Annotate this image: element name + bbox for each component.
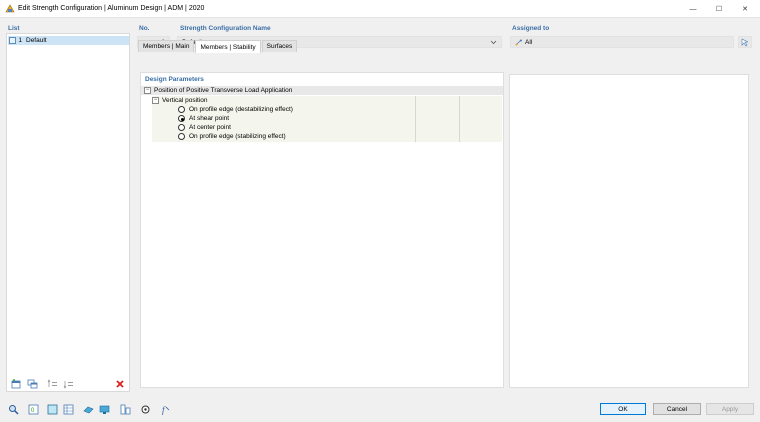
script-icon[interactable]: f: [159, 403, 171, 415]
title-bar: Edit Strength Configuration | Aluminum D…: [0, 0, 760, 18]
tab-label: Members | Main: [143, 43, 190, 50]
name-label: Strength Configuration Name: [180, 25, 271, 32]
info-panel: [509, 74, 749, 388]
ok-button[interactable]: OK: [600, 403, 646, 415]
radio-option[interactable]: On profile edge (destabilizing effect): [178, 105, 293, 114]
group-label: Position of Positive Transverse Load App…: [154, 87, 293, 94]
column-divider: [415, 96, 416, 142]
list-label: List: [8, 25, 20, 32]
copy-item-icon[interactable]: [26, 378, 38, 389]
radio-button[interactable]: [178, 124, 185, 131]
tab-label: Surfaces: [266, 43, 293, 50]
config-icon: [9, 37, 16, 44]
tab-label: Members | Stability: [200, 43, 256, 51]
select-objects-button[interactable]: [738, 36, 752, 48]
no-label: No.: [139, 25, 150, 32]
apply-button[interactable]: Apply: [706, 403, 754, 415]
select-cursor-icon: [741, 38, 748, 46]
move-down-icon[interactable]: [62, 378, 74, 389]
subgroup-label: Vertical position: [162, 97, 208, 104]
radio-button-selected[interactable]: [178, 115, 185, 122]
app-icon: [5, 4, 15, 13]
display-icon[interactable]: [98, 403, 110, 415]
radio-option[interactable]: At center point: [178, 123, 231, 132]
move-up-icon[interactable]: [46, 378, 58, 389]
radio-button[interactable]: [178, 133, 185, 140]
svg-text:f: f: [162, 405, 166, 415]
list-item-name: Default: [26, 37, 47, 44]
collapse-icon[interactable]: −: [144, 87, 151, 94]
list-panel: 1 Default: [6, 33, 130, 392]
chevron-down-icon: [490, 40, 497, 44]
new-item-icon[interactable]: [10, 378, 22, 389]
assigned-field: All: [510, 36, 734, 48]
minimize-button[interactable]: —: [680, 0, 706, 18]
group-row[interactable]: − Position of Positive Transverse Load A…: [141, 86, 503, 95]
delete-icon[interactable]: [114, 378, 126, 389]
design-parameters-label: Design Parameters: [145, 76, 204, 83]
collapse-icon[interactable]: −: [152, 97, 159, 104]
units-icon[interactable]: [119, 403, 131, 415]
radio-option[interactable]: At shear point: [178, 114, 229, 123]
tab-strip: Members | Main Members | Stability Surfa…: [138, 40, 298, 53]
color-icon[interactable]: [46, 403, 58, 415]
radio-label: At center point: [189, 124, 231, 131]
tab-surfaces[interactable]: Surfaces: [261, 40, 298, 52]
list-item[interactable]: 1 Default: [8, 36, 129, 45]
radio-label: On profile edge (stabilizing effect): [189, 133, 286, 140]
window-title: Edit Strength Configuration | Aluminum D…: [18, 5, 205, 12]
radio-label: On profile edge (destabilizing effect): [189, 106, 293, 113]
tab-members-main[interactable]: Members | Main: [138, 40, 195, 52]
table-icon[interactable]: [62, 403, 74, 415]
assigned-value: All: [525, 38, 533, 46]
search-icon[interactable]: [7, 403, 19, 415]
assigned-label: Assigned to: [512, 25, 550, 32]
model-icon[interactable]: [82, 403, 94, 415]
settings-icon[interactable]: [139, 403, 151, 415]
radio-button[interactable]: [178, 106, 185, 113]
radio-option[interactable]: On profile edge (stabilizing effect): [178, 132, 286, 141]
maximize-button[interactable]: ☐: [706, 0, 732, 18]
subgroup-row[interactable]: − Vertical position: [152, 96, 208, 105]
tab-members-stability[interactable]: Members | Stability: [195, 40, 261, 53]
number-icon[interactable]: 0: [27, 403, 39, 415]
column-divider: [459, 96, 460, 142]
cancel-button[interactable]: Cancel: [653, 403, 701, 415]
close-button[interactable]: ✕: [732, 0, 758, 18]
assigned-icon: [515, 39, 522, 45]
radio-label: At shear point: [189, 115, 230, 122]
